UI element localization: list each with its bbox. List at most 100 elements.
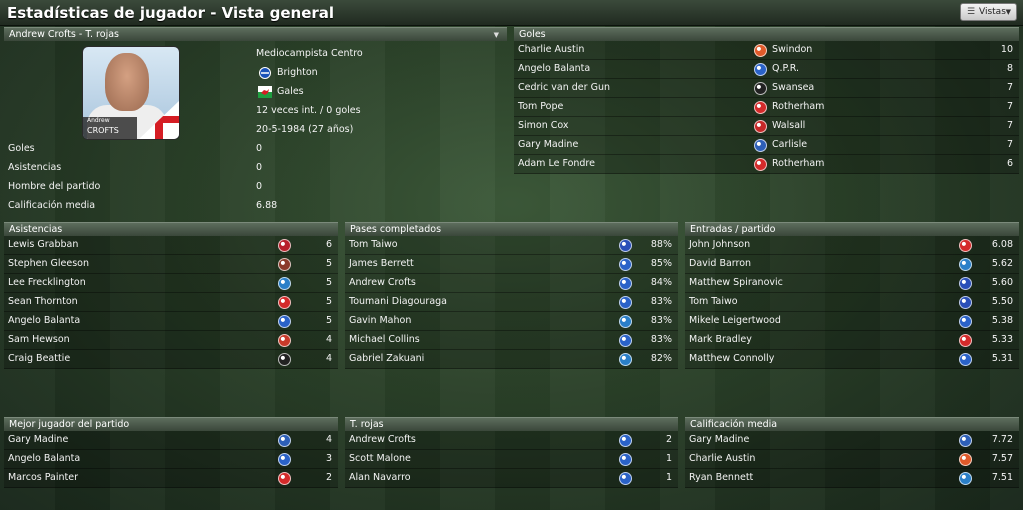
club-badge-icon — [619, 453, 632, 466]
player-club[interactable]: Brighton — [277, 67, 318, 78]
player-name[interactable]: Toumani Diagouraga — [349, 293, 447, 311]
list-item[interactable]: Mark Bradley 5.33 — [685, 331, 1019, 350]
stat-value: 5.33 — [991, 334, 1013, 345]
list-item[interactable]: Andrew Crofts 84% — [345, 274, 678, 293]
player-name[interactable]: Scott Malone — [349, 450, 411, 468]
list-item[interactable]: Adam Le Fondre Rotherham 6 — [514, 155, 1019, 174]
list-item[interactable]: Tom Taiwo 88% — [345, 236, 678, 255]
player-name[interactable]: Mikele Leigertwood — [689, 312, 781, 330]
player-name[interactable]: Andrew Crofts — [349, 431, 416, 449]
list-item[interactable]: Tom Taiwo 5.50 — [685, 293, 1019, 312]
player-name[interactable]: Marcos Painter — [8, 469, 78, 487]
wales-flag-icon — [258, 86, 272, 98]
player-name[interactable]: Matthew Connolly — [689, 350, 774, 368]
club-name[interactable]: Q.P.R. — [772, 60, 799, 78]
player-name[interactable]: Lee Frecklington — [8, 274, 86, 292]
list-item[interactable]: Matthew Spiranovic 5.60 — [685, 274, 1019, 293]
list-item[interactable]: Gavin Mahon 83% — [345, 312, 678, 331]
club-badge-icon — [619, 258, 632, 271]
list-item[interactable]: Alan Navarro 1 — [345, 469, 678, 488]
player-name[interactable]: Michael Collins — [349, 331, 420, 349]
list-item[interactable]: Sam Hewson 4 — [4, 331, 338, 350]
list-item[interactable]: Cedric van der Gun Swansea 7 — [514, 79, 1019, 98]
player-name[interactable]: Gary Madine — [689, 431, 749, 449]
club-name[interactable]: Walsall — [772, 117, 805, 135]
list-item[interactable]: Ryan Bennett 7.51 — [685, 469, 1019, 488]
list-item[interactable]: Gary Madine 4 — [4, 431, 338, 450]
list-item[interactable]: Stephen Gleeson 5 — [4, 255, 338, 274]
list-item[interactable]: James Berrett 85% — [345, 255, 678, 274]
player-name[interactable]: Alan Navarro — [349, 469, 411, 487]
list-item[interactable]: Andrew Crofts 2 — [345, 431, 678, 450]
player-name[interactable]: Angelo Balanta — [8, 450, 80, 468]
list-item[interactable]: Scott Malone 1 — [345, 450, 678, 469]
player-name[interactable]: Sean Thornton — [8, 293, 78, 311]
list-item[interactable]: Craig Beattie 4 — [4, 350, 338, 369]
dropdown-arrow-icon[interactable]: ▼ — [494, 28, 499, 42]
list-item[interactable]: Gary Madine 7.72 — [685, 431, 1019, 450]
profile-header[interactable]: Andrew Crofts - T. rojas ▼ — [4, 27, 507, 41]
club-name[interactable]: Swindon — [772, 41, 812, 59]
player-name[interactable]: Charlie Austin — [518, 41, 584, 59]
stat-value: 5.60 — [991, 277, 1013, 288]
player-name[interactable]: Lewis Grabban — [8, 236, 78, 254]
stat-value: 5.31 — [991, 353, 1013, 364]
club-name[interactable]: Swansea — [772, 79, 814, 97]
list-item[interactable]: Michael Collins 83% — [345, 331, 678, 350]
list-item[interactable]: Angelo Balanta 3 — [4, 450, 338, 469]
player-name[interactable]: James Berrett — [349, 255, 414, 273]
player-name[interactable]: Gavin Mahon — [349, 312, 411, 330]
player-name[interactable]: Gabriel Zakuani — [349, 350, 424, 368]
player-name[interactable]: Cedric van der Gun — [518, 79, 610, 97]
player-name[interactable]: Gary Madine — [8, 431, 68, 449]
list-item[interactable]: Charlie Austin 7.57 — [685, 450, 1019, 469]
list-item[interactable]: Gabriel Zakuani 82% — [345, 350, 678, 369]
list-item[interactable]: Lee Frecklington 5 — [4, 274, 338, 293]
player-name[interactable]: Ryan Bennett — [689, 469, 753, 487]
list-item[interactable]: Marcos Painter 2 — [4, 469, 338, 488]
list-item[interactable]: David Barron 5.62 — [685, 255, 1019, 274]
list-item[interactable]: Simon Cox Walsall 7 — [514, 117, 1019, 136]
player-name[interactable]: Tom Pope — [518, 98, 563, 116]
club-name[interactable]: Rotherham — [772, 155, 824, 173]
club-badge-icon — [959, 453, 972, 466]
player-name[interactable]: Angelo Balanta — [8, 312, 80, 330]
club-badge-icon — [754, 120, 767, 133]
player-nation[interactable]: Gales — [277, 86, 304, 97]
player-name[interactable]: Gary Madine — [518, 136, 578, 154]
player-name[interactable]: Sam Hewson — [8, 331, 70, 349]
club-badge-icon — [754, 158, 767, 171]
club-badge-icon — [959, 239, 972, 252]
player-name[interactable]: Matthew Spiranovic — [689, 274, 783, 292]
list-item[interactable]: Angelo Balanta Q.P.R. 8 — [514, 60, 1019, 79]
player-name[interactable]: Craig Beattie — [8, 350, 70, 368]
player-name[interactable]: Angelo Balanta — [518, 60, 590, 78]
list-item[interactable]: Angelo Balanta 5 — [4, 312, 338, 331]
list-item[interactable]: Toumani Diagouraga 83% — [345, 293, 678, 312]
club-badge-icon — [278, 277, 291, 290]
player-name[interactable]: Stephen Gleeson — [8, 255, 89, 273]
player-name[interactable]: Andrew Crofts — [349, 274, 416, 292]
list-item[interactable]: John Johnson 6.08 — [685, 236, 1019, 255]
list-item[interactable]: Sean Thornton 5 — [4, 293, 338, 312]
club-name[interactable]: Rotherham — [772, 98, 824, 116]
player-name[interactable]: Mark Bradley — [689, 331, 752, 349]
stat-value: 5 — [325, 277, 332, 288]
player-name[interactable]: John Johnson — [689, 236, 750, 254]
red-cards-panel: T. rojas Andrew Crofts 2 Scott Malone 1 Alan… — [345, 417, 678, 488]
list-item[interactable]: Charlie Austin Swindon 10 — [514, 41, 1019, 60]
player-name[interactable]: Tom Taiwo — [349, 236, 398, 254]
player-name[interactable]: David Barron — [689, 255, 751, 273]
player-name[interactable]: Charlie Austin — [689, 450, 755, 468]
list-item[interactable]: Lewis Grabban 6 — [4, 236, 338, 255]
player-name[interactable]: Adam Le Fondre — [518, 155, 595, 173]
player-face — [105, 53, 149, 111]
views-button[interactable]: ☰ Vistas ▼ — [960, 3, 1017, 21]
player-name[interactable]: Tom Taiwo — [689, 293, 738, 311]
player-name[interactable]: Simon Cox — [518, 117, 569, 135]
club-name[interactable]: Carlisle — [772, 136, 807, 154]
list-item[interactable]: Gary Madine Carlisle 7 — [514, 136, 1019, 155]
list-item[interactable]: Tom Pope Rotherham 7 — [514, 98, 1019, 117]
list-item[interactable]: Matthew Connolly 5.31 — [685, 350, 1019, 369]
list-item[interactable]: Mikele Leigertwood 5.38 — [685, 312, 1019, 331]
